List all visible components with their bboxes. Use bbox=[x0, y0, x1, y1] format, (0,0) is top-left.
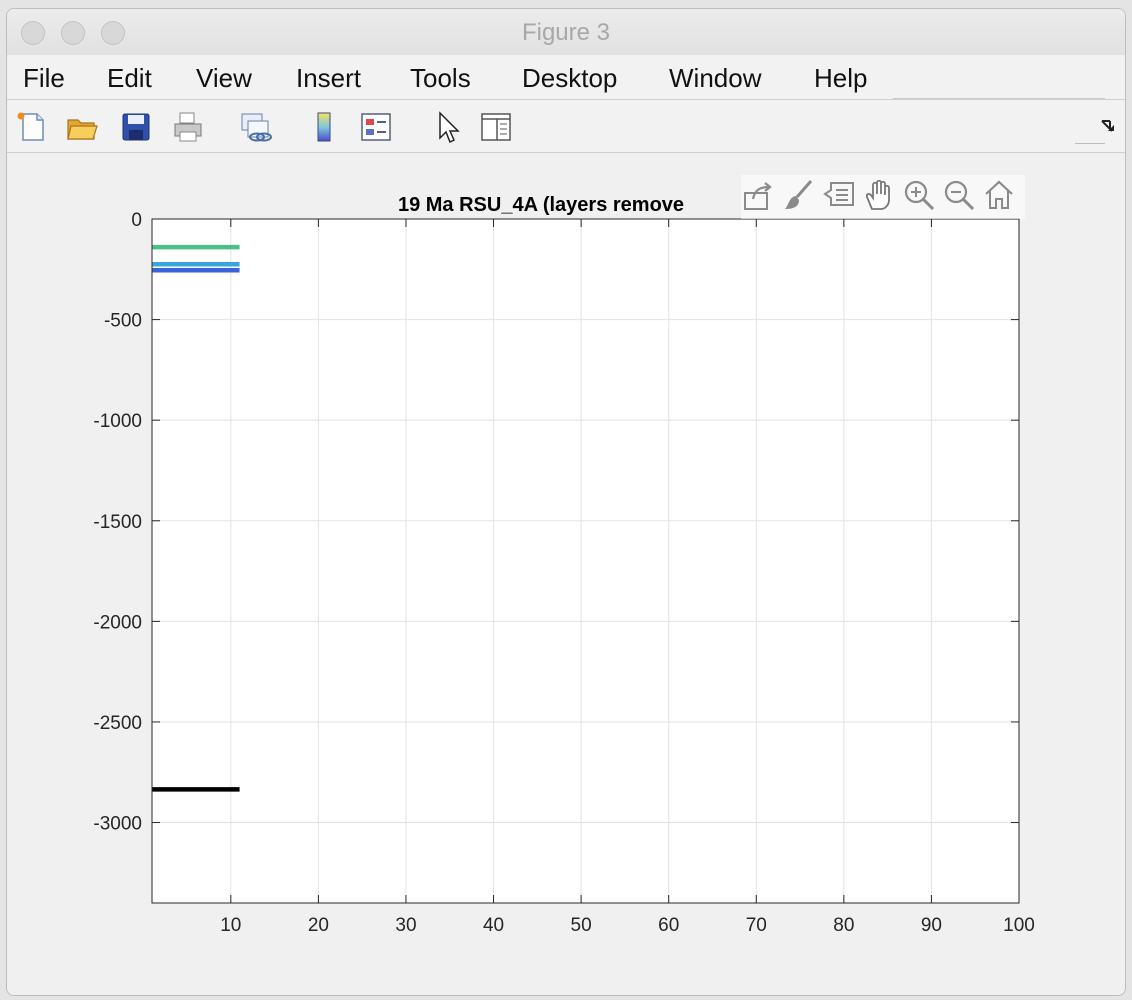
x-tick-label: 20 bbox=[308, 915, 329, 936]
save-icon[interactable] bbox=[119, 110, 153, 144]
x-tick-label: 60 bbox=[658, 915, 679, 936]
x-tick-label: 80 bbox=[833, 915, 854, 936]
y-tick-label: -2500 bbox=[93, 713, 142, 734]
window-title: Figure 3 bbox=[521, 19, 611, 46]
property-inspector-icon[interactable] bbox=[479, 110, 513, 144]
axes-title: 19 Ma RSU_4A (layers remove bbox=[398, 194, 684, 216]
open-file-icon[interactable] bbox=[65, 110, 99, 144]
menu-tools[interactable]: Tools bbox=[410, 63, 471, 94]
edit-plot-pointer-icon[interactable] bbox=[431, 110, 465, 144]
dock-arrow-icon[interactable] bbox=[1099, 116, 1119, 136]
y-tick-label: -1500 bbox=[93, 512, 142, 533]
x-tick-label: 100 bbox=[1003, 915, 1035, 936]
figure-toolbar bbox=[7, 99, 1125, 153]
x-tick-label: 50 bbox=[571, 915, 592, 936]
menu-edit[interactable]: Edit bbox=[107, 63, 152, 94]
axes-toolbar bbox=[741, 175, 1025, 219]
print-icon[interactable] bbox=[171, 110, 205, 144]
x-tick-label: 70 bbox=[746, 915, 767, 936]
plot-area[interactable]: 0 -500 -1000 -1500 -2000 -2500 -3000 10 20 30 40 5… bbox=[7, 153, 1126, 996]
x-tick-label: 90 bbox=[921, 915, 942, 936]
figure-window: Figure 3 File Edit View Insert Tools Des… bbox=[6, 8, 1126, 996]
axes-background bbox=[152, 219, 1019, 903]
figure-canvas: 0 -500 -1000 -1500 -2000 -2500 -3000 10 20 30 40 5… bbox=[7, 153, 1126, 996]
menu-window[interactable]: Window bbox=[669, 63, 761, 94]
menu-bar: File Edit View Insert Tools Desktop Wind… bbox=[7, 55, 1125, 99]
new-figure-icon[interactable] bbox=[15, 110, 49, 144]
toolbar-divider bbox=[1075, 143, 1105, 144]
insert-legend-icon[interactable] bbox=[359, 110, 393, 144]
x-tick-label: 10 bbox=[220, 915, 241, 936]
menu-view[interactable]: View bbox=[196, 63, 252, 94]
menu-desktop[interactable]: Desktop bbox=[522, 63, 617, 94]
y-tick-label: -2000 bbox=[93, 612, 142, 633]
y-tick-label: -500 bbox=[104, 311, 142, 332]
insert-colorbar-icon[interactable] bbox=[307, 110, 341, 144]
menu-insert[interactable]: Insert bbox=[296, 63, 361, 94]
x-tick-label: 30 bbox=[395, 915, 416, 936]
menu-help[interactable]: Help bbox=[814, 63, 867, 94]
title-bar: Figure 3 bbox=[7, 9, 1125, 56]
y-tick-label: -3000 bbox=[93, 814, 142, 835]
y-tick-label: -1000 bbox=[93, 411, 142, 432]
y-tick-labels: 0 -500 -1000 -1500 -2000 -2500 -3000 bbox=[93, 210, 142, 835]
x-tick-label: 40 bbox=[483, 915, 504, 936]
y-tick-label: 0 bbox=[131, 210, 142, 231]
link-plot-icon[interactable] bbox=[239, 110, 273, 144]
x-tick-labels: 10 20 30 40 50 60 70 80 90 100 bbox=[220, 915, 1035, 936]
menu-file[interactable]: File bbox=[23, 63, 65, 94]
